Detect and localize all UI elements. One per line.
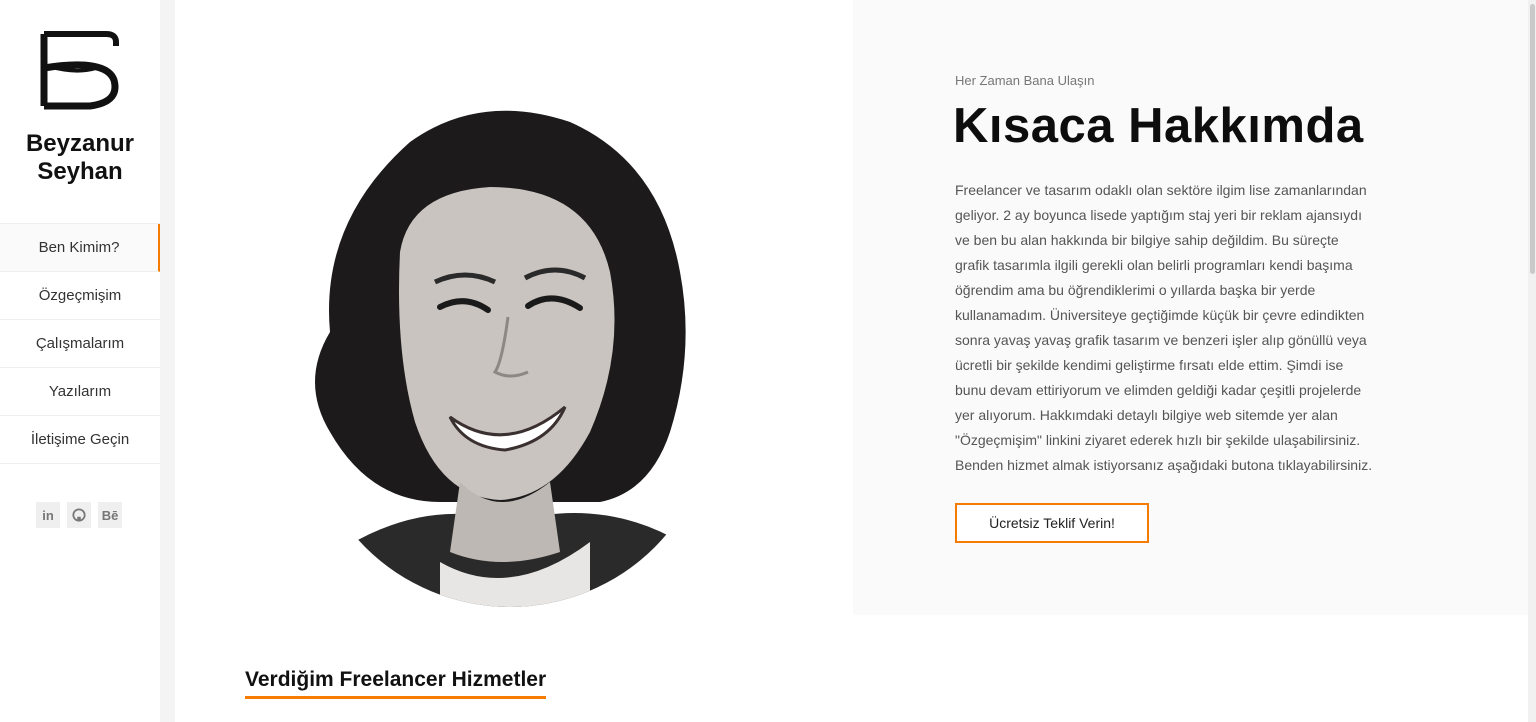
linkedin-icon[interactable]: in <box>36 502 60 528</box>
github-glyph <box>72 508 86 522</box>
nav-item-yazilarim[interactable]: Yazılarım <box>0 368 160 416</box>
about-line: bunu devam ettiriyorum ve elimden geldiğ… <box>955 382 1362 398</box>
about-description: Freelancer ve tasarım odaklı olan sektör… <box>955 178 1435 478</box>
about-line: sonra yavaş yavaş grafik tasarım ve benz… <box>955 332 1367 348</box>
about-line: geliyor. 2 ay boyunca lisede yaptığım st… <box>955 207 1362 223</box>
about-line: yer alıyorum. Hakkımdaki detaylı bilgiye… <box>955 407 1338 423</box>
scrollbar-thumb[interactable] <box>1530 4 1535 274</box>
services-heading: Verdiğim Freelancer Hizmetler <box>245 668 547 699</box>
profile-photo <box>305 110 710 607</box>
site-name-first: Beyzanur <box>25 130 135 157</box>
about-line: grafik tasarımla ilgili gerekli olan bel… <box>955 257 1353 273</box>
nav-item-calismalarim[interactable]: Çalışmalarım <box>0 320 160 368</box>
logo[interactable] <box>36 28 124 112</box>
about-line: ücretli bir şekilde kendimi geliştirme f… <box>955 357 1344 373</box>
behance-icon[interactable]: Bē <box>98 502 122 528</box>
about-line: ve ben bu alan hakkında bir bilgiye sahi… <box>955 232 1339 248</box>
nav-item-ben-kimim[interactable]: Ben Kimim? <box>0 224 160 272</box>
github-icon[interactable] <box>67 502 91 528</box>
nav-item-iletisime-gecin[interactable]: İletişime Geçin <box>0 416 160 464</box>
about-eyebrow: Her Zaman Bana Ulaşın <box>955 73 1095 88</box>
site-name[interactable]: Beyzanur Seyhan <box>0 130 160 186</box>
sidebar: Beyzanur Seyhan Ben Kimim? Özgeçmişim Ça… <box>0 0 160 722</box>
site-name-last: Seyhan <box>37 158 123 185</box>
about-line: öğrendim ama bu öğrendiklerimi o yıllard… <box>955 282 1316 298</box>
about-title: Kısaca Hakkımda <box>953 99 1364 153</box>
about-line: Freelancer ve tasarım odaklı olan sektör… <box>955 182 1367 198</box>
nav-item-ozgecmisim[interactable]: Özgeçmişim <box>0 272 160 320</box>
about-line: kullanamadım. Üniversiteye geçtiğimde kü… <box>955 307 1365 323</box>
main-nav: Ben Kimim? Özgeçmişim Çalışmalarım Yazıl… <box>0 223 160 464</box>
social-links: in Bē <box>36 502 126 528</box>
sidebar-divider <box>160 0 175 722</box>
about-panel: Her Zaman Bana Ulaşın Kısaca Hakkımda Fr… <box>853 0 1528 615</box>
about-line: "Özgeçmişim" linkini ziyaret ederek hızl… <box>955 432 1361 448</box>
about-line: Benden hizmet almak istiyorsanız aşağıda… <box>955 457 1373 473</box>
free-quote-button[interactable]: Ücretsiz Teklif Verin! <box>955 503 1149 543</box>
